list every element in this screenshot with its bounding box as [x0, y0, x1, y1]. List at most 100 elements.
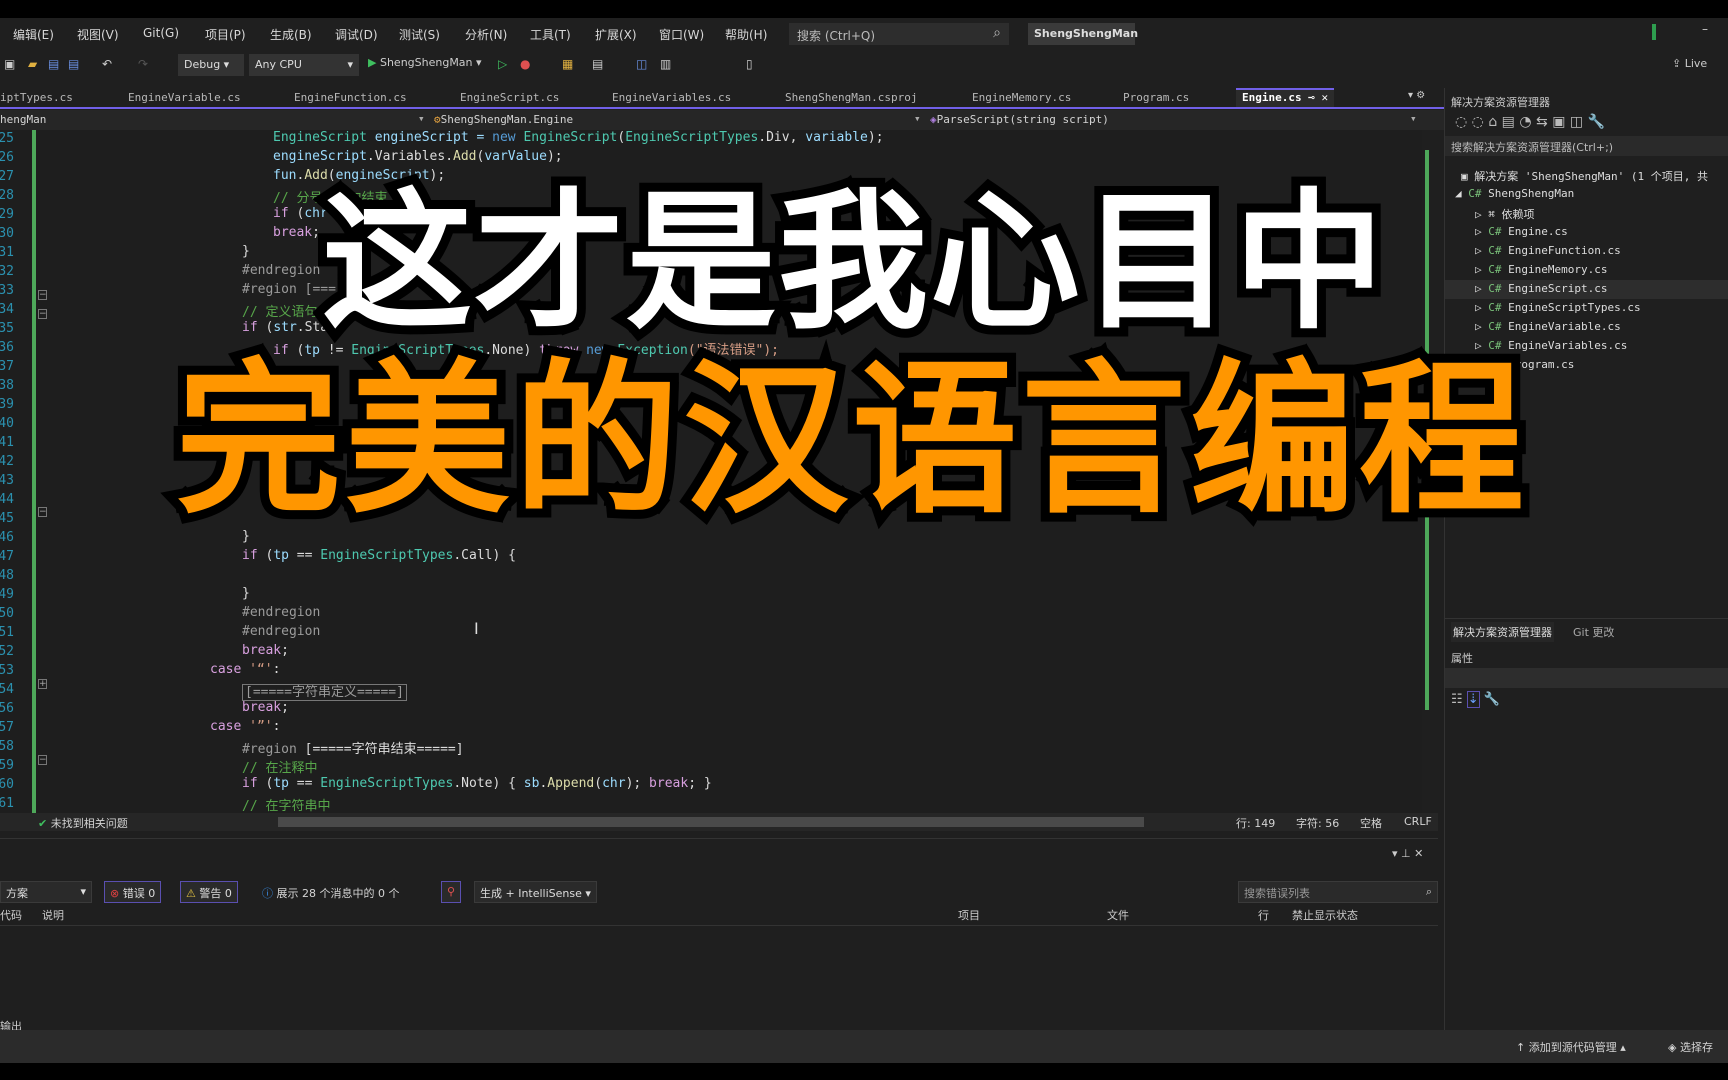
toolbar-icon[interactable]: ◫ [636, 57, 647, 71]
expand-icon[interactable]: + [38, 679, 47, 689]
menu-item[interactable]: 编辑(E) [13, 26, 54, 43]
tab-enginememory-cs[interactable]: EngineMemory.cs [972, 88, 1071, 107]
tree-dependencies[interactable]: ▷ ⌘ 依赖项 [1475, 206, 1535, 222]
column-code[interactable]: 代码 [0, 907, 22, 923]
menu-item[interactable]: Git(G) [143, 26, 179, 40]
menu-item[interactable]: 调试(D) [335, 26, 378, 43]
code-line[interactable]: engineScript.Variables.Add(varValue); [273, 149, 563, 164]
menu-item[interactable]: 生成(B) [270, 26, 312, 43]
column-file[interactable]: 文件 [1107, 907, 1129, 923]
code-line[interactable]: break; [242, 643, 289, 658]
live-share-button[interactable]: ⇪ Live [1672, 57, 1707, 70]
nav-class-dropdown[interactable]: ⚙ShengShengMan.Engine [434, 113, 573, 126]
source-dropdown[interactable]: 生成 + IntelliSense ▾ [474, 881, 597, 903]
panel-pin-close-icons[interactable]: ▾ ⊥ ✕ [1392, 847, 1423, 860]
menu-item[interactable]: 视图(V) [77, 26, 119, 43]
tab-shengshengman-csproj[interactable]: ShengShengMan.csproj [785, 88, 917, 107]
fold-icon[interactable]: − [38, 309, 47, 319]
tree-file[interactable]: ▷ C# Engine.cs [1475, 225, 1568, 238]
code-line[interactable]: case '”': [210, 719, 280, 734]
code-line[interactable]: EngineScript engineScript = new EngineSc… [273, 130, 884, 145]
code-line[interactable]: // 定义语句的 [242, 301, 330, 320]
tab-engine-cs[interactable]: Engine.cs ⊸ ✕ [1236, 88, 1335, 107]
code-line[interactable]: #endregion [242, 605, 320, 620]
minimize-button[interactable]: – [1702, 22, 1708, 36]
redo-icon[interactable]: ↷ [138, 57, 148, 71]
explorer-toolbar-icons[interactable]: ◌ ◌ ⌂ ▤ ◔ ⇆ ▣ ◫ 🔧 [1455, 114, 1605, 130]
toolbar-icon[interactable]: ▤ [592, 57, 603, 71]
errors-filter-button[interactable]: ⊗ 错误 0 [104, 881, 162, 903]
tab-git-changes[interactable]: Git 更改 [1573, 624, 1614, 640]
toolbar-icon[interactable]: ▦ [562, 57, 573, 71]
code-line[interactable]: } [242, 586, 250, 601]
scope-dropdown[interactable]: 方案 ▾ [0, 881, 92, 903]
fold-icon[interactable]: − [38, 507, 47, 517]
save-icon[interactable]: ▤ [48, 57, 59, 71]
tree-file[interactable]: ▷ C# EngineVariable.cs [1475, 320, 1621, 333]
menu-item[interactable]: 分析(N) [465, 26, 507, 43]
code-line[interactable]: #region [=====字符串结束=====] [242, 738, 464, 757]
column-suppression[interactable]: 禁止显示状态 [1292, 907, 1358, 923]
code-line[interactable]: if (chr [273, 206, 328, 221]
tab-solution-explorer[interactable]: 解决方案资源管理器 [1451, 622, 1554, 642]
line-ending[interactable]: CRLF [1404, 815, 1432, 828]
warnings-filter-button[interactable]: ⚠ 警告 0 [180, 881, 238, 903]
platform-dropdown[interactable]: Any CPU ▾ [249, 54, 359, 76]
tab-ipttypes-cs[interactable]: iptTypes.cs [0, 88, 73, 107]
column-description[interactable]: 说明 [42, 907, 64, 923]
char-number[interactable]: 字符: 56 [1296, 815, 1339, 831]
select-repo-button[interactable]: ◈ 选择存 [1668, 1039, 1713, 1055]
tab-enginefunction-cs[interactable]: EngineFunction.cs [294, 88, 407, 107]
tree-file[interactable]: ▷ C# EngineScript.cs [1475, 282, 1607, 295]
tab-enginevariables-cs[interactable]: EngineVariables.cs [612, 88, 731, 107]
tab-enginescript-cs[interactable]: EngineScript.cs [460, 88, 559, 107]
column-project[interactable]: 项目 [958, 907, 980, 923]
pin-close-icons[interactable]: ⊸ ✕ [1302, 91, 1328, 104]
code-line[interactable]: case '“': [210, 662, 280, 677]
code-line[interactable]: if (tp == EngineScriptTypes.Note) { sb.A… [242, 776, 712, 791]
code-line[interactable]: [=====字符串定义=====] [242, 681, 407, 701]
save-all-icon[interactable]: ▤ [68, 57, 79, 71]
properties-object-dropdown[interactable] [1445, 668, 1728, 688]
nav-project-dropdown[interactable]: hengMan [0, 113, 46, 126]
menu-item[interactable]: 窗口(W) [659, 26, 704, 43]
bookmark-icon[interactable]: ▯ [746, 57, 753, 71]
menu-item[interactable]: 工具(T) [530, 26, 571, 43]
indent-mode[interactable]: 空格 [1360, 815, 1382, 831]
issues-indicator[interactable]: ✔ 未找到相关问题 [38, 815, 128, 831]
code-line[interactable]: break; [273, 225, 320, 240]
undo-icon[interactable]: ↶ [102, 57, 112, 71]
search-box[interactable]: 搜索 (Ctrl+Q) ⌕ [789, 23, 1009, 45]
code-line[interactable]: #endregion [242, 263, 320, 278]
tree-file[interactable]: ▷ C# EngineScriptTypes.cs [1475, 301, 1641, 314]
nav-member-dropdown[interactable]: ◈ParseScript(string script) [930, 113, 1109, 126]
menu-item[interactable]: 帮助(H) [725, 26, 767, 43]
tab-enginevariable-cs[interactable]: EngineVariable.cs [128, 88, 241, 107]
toolbar-icon[interactable]: ▥ [660, 57, 671, 71]
open-folder-icon[interactable]: ▰ [28, 57, 37, 71]
error-search-input[interactable]: 搜索错误列表 ⌕ [1238, 881, 1438, 903]
start-debug-button[interactable]: ▶ ShengShengMan ▾ [368, 56, 482, 69]
fold-icon[interactable]: − [38, 290, 47, 300]
code-line[interactable]: #endregion [242, 624, 320, 639]
menu-item[interactable]: 测试(S) [399, 26, 440, 43]
line-number[interactable]: 行: 149 [1236, 815, 1275, 831]
tab-program-cs[interactable]: Program.cs [1123, 88, 1189, 107]
messages-filter-button[interactable]: ⓘ 展示 28 个消息中的 0 个 [262, 885, 399, 901]
properties-toolbar-icons[interactable]: ☷ ⇣ 🔧 [1451, 691, 1500, 708]
column-line[interactable]: 行 [1258, 907, 1269, 923]
code-line[interactable]: // 在字符串中 [242, 795, 330, 813]
menu-item[interactable]: 项目(P) [205, 26, 246, 43]
tree-solution[interactable]: ▣ 解决方案 'ShengShengMan' (1 个项目, 共 [1461, 168, 1708, 184]
code-line[interactable]: break; [242, 700, 289, 715]
hot-reload-icon[interactable]: ● [520, 57, 530, 71]
filter-icon[interactable]: ⚲ [441, 881, 462, 903]
new-file-icon[interactable]: ▣ [4, 57, 15, 71]
code-line[interactable]: } [242, 244, 250, 259]
tree-file[interactable]: ▷ C# EngineFunction.cs [1475, 244, 1621, 257]
tree-project[interactable]: ◢ C# ShengShengMan [1455, 187, 1574, 200]
config-dropdown[interactable]: Debug ▾ [178, 54, 244, 76]
explorer-search-input[interactable]: 搜索解决方案资源管理器(Ctrl+;) [1445, 136, 1728, 156]
horizontal-scrollbar[interactable] [278, 817, 1144, 827]
code-line[interactable]: // 在注释中 [242, 757, 317, 776]
